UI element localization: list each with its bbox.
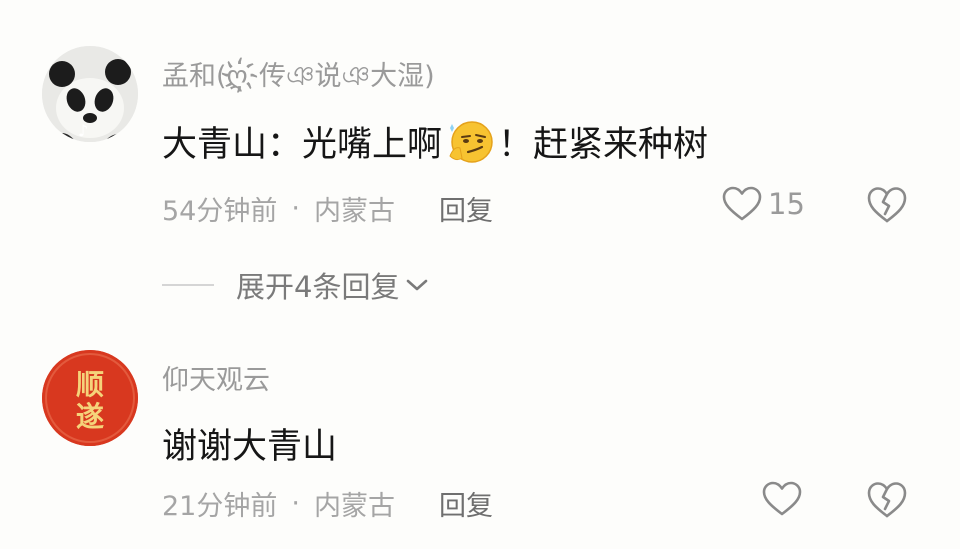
reply-button[interactable]: 回复 bbox=[439, 484, 493, 523]
comment-location: 内蒙古 bbox=[313, 196, 395, 227]
heart-icon bbox=[762, 481, 802, 516]
comment-text-part: 谢谢大青山 bbox=[162, 427, 338, 467]
expand-replies-button[interactable]: 展开4条回复 bbox=[162, 264, 429, 306]
comment-text: 谢谢大青山 bbox=[162, 418, 337, 469]
comment-text-part: ！赶紧来种树 bbox=[498, 125, 709, 165]
svg-text:遂: 遂 bbox=[76, 400, 104, 433]
broken-heart-icon bbox=[867, 482, 907, 518]
meta-separator: · bbox=[291, 193, 300, 224]
like-count: 15 bbox=[768, 187, 805, 221]
comment-author[interactable]: 仰天观云 bbox=[162, 358, 270, 397]
comment-meta: 54分钟前 · 内蒙古 回复 bbox=[162, 189, 493, 228]
broken-heart-icon bbox=[867, 187, 907, 223]
smirk-emoji-icon bbox=[446, 118, 494, 166]
comment-author[interactable]: 孟和(ღ҉传ঞ说ঞ大湿) bbox=[162, 54, 435, 101]
shunsui-avatar-image: 顺 遂 bbox=[42, 350, 138, 446]
reply-button[interactable]: 回复 bbox=[439, 189, 493, 228]
panda-avatar-image: ♪ bbox=[42, 46, 138, 142]
comment-time: 54分钟前 bbox=[162, 196, 278, 227]
svg-text:♪: ♪ bbox=[78, 121, 88, 140]
svg-text:顺: 顺 bbox=[76, 368, 104, 401]
comment-meta: 21分钟前 · 内蒙古 回复 bbox=[162, 484, 493, 523]
heart-icon bbox=[722, 186, 762, 221]
meta-separator: · bbox=[291, 488, 300, 519]
dislike-button[interactable] bbox=[866, 186, 908, 224]
avatar[interactable]: 顺 遂 bbox=[42, 350, 138, 446]
avatar[interactable]: ♪ bbox=[42, 46, 138, 142]
like-button[interactable]: 15 bbox=[722, 186, 805, 222]
comment-time: 21分钟前 bbox=[162, 491, 278, 522]
dislike-button[interactable] bbox=[866, 481, 908, 519]
comment-location: 内蒙古 bbox=[313, 491, 395, 522]
expand-replies-label: 展开4条回复 bbox=[236, 270, 400, 304]
like-button[interactable] bbox=[762, 481, 802, 517]
comment-text-part: 大青山：光嘴上啊 bbox=[162, 125, 443, 165]
divider bbox=[162, 284, 214, 286]
chevron-down-icon bbox=[407, 279, 428, 291]
comment-text: 大青山：光嘴上啊 ！赶紧来种树 bbox=[162, 116, 708, 167]
